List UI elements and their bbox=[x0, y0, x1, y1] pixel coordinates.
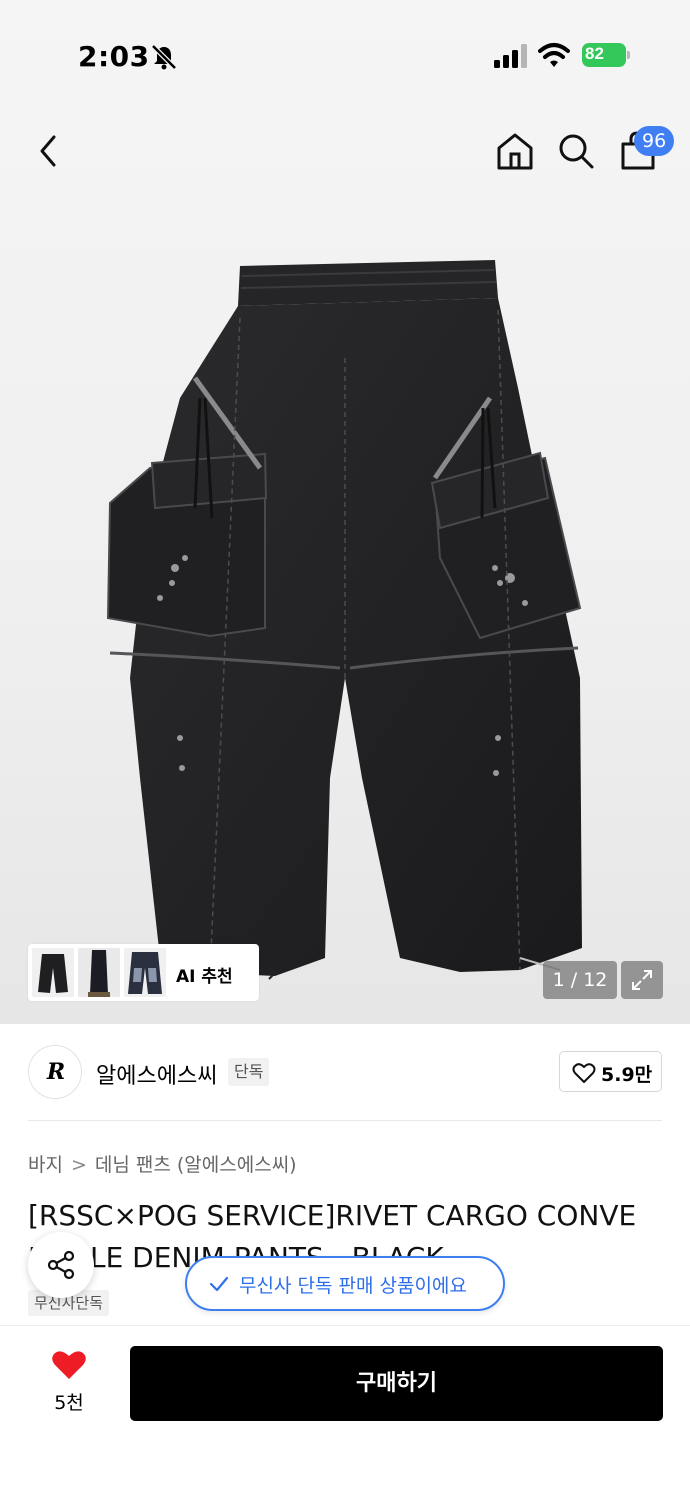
image-counter: 1 / 12 bbox=[543, 961, 617, 999]
ai-recommend-card[interactable]: AI 추천 bbox=[28, 944, 277, 1001]
exclusive-tag: 단독 bbox=[228, 1058, 270, 1086]
status-bar: 2:03 82 bbox=[0, 0, 690, 100]
cellular-signal-icon bbox=[494, 44, 527, 68]
expand-icon bbox=[632, 970, 652, 990]
exclusive-sale-banner: 무신사 단독 판매 상품이에요 bbox=[185, 1256, 505, 1311]
battery-level: 82 bbox=[585, 44, 604, 63]
expand-image-button[interactable] bbox=[621, 961, 663, 999]
brand-logo[interactable]: R bbox=[28, 1045, 82, 1099]
share-button[interactable] bbox=[28, 1232, 94, 1298]
heart-outline-icon bbox=[572, 1063, 596, 1083]
brand-like-button[interactable]: 5.9만 bbox=[559, 1051, 662, 1092]
home-icon[interactable] bbox=[494, 130, 536, 172]
product-image bbox=[106, 260, 582, 976]
recommend-thumbnail[interactable] bbox=[78, 948, 120, 997]
breadcrumb-category[interactable]: 바지 bbox=[28, 1154, 63, 1176]
product-title-line: [RSSC×POG SERVICE]RIVET CARGO CONVE bbox=[28, 1199, 637, 1232]
search-icon[interactable] bbox=[556, 130, 596, 172]
bell-off-icon bbox=[151, 44, 177, 70]
chevron-right-icon bbox=[268, 966, 277, 980]
buy-button[interactable]: 구매하기 bbox=[130, 1346, 663, 1421]
recommend-thumbnail[interactable] bbox=[124, 948, 166, 997]
heart-filled-icon[interactable] bbox=[51, 1349, 87, 1381]
recommend-thumbnail[interactable] bbox=[32, 948, 74, 997]
brand-name[interactable]: 알에스에스씨 bbox=[96, 1058, 217, 1090]
favorite-count: 5천 bbox=[54, 1392, 84, 1414]
chevron-right-icon: > bbox=[70, 1154, 87, 1176]
breadcrumb: 바지 > 데님 팬츠 (알에스에스씨) bbox=[28, 1150, 297, 1177]
share-icon bbox=[47, 1250, 75, 1280]
divider bbox=[28, 1120, 662, 1121]
status-time: 2:03 bbox=[78, 40, 150, 73]
breadcrumb-subcategory[interactable]: 데님 팬츠 (알에스에스씨) bbox=[95, 1154, 297, 1176]
battery-cap bbox=[627, 51, 630, 59]
back-arrow-icon[interactable] bbox=[34, 130, 64, 172]
battery-indicator: 82 bbox=[582, 43, 630, 67]
check-icon bbox=[209, 1276, 229, 1292]
exclusive-sale-text: 무신사 단독 판매 상품이에요 bbox=[239, 1275, 467, 1297]
cart-badge: 96 bbox=[634, 126, 675, 156]
wifi-icon bbox=[538, 43, 570, 67]
brand-like-count: 5.9만 bbox=[601, 1064, 653, 1086]
ai-recommend-label: AI 추천 bbox=[176, 967, 233, 987]
brand-logo-mark: R bbox=[46, 1059, 66, 1085]
